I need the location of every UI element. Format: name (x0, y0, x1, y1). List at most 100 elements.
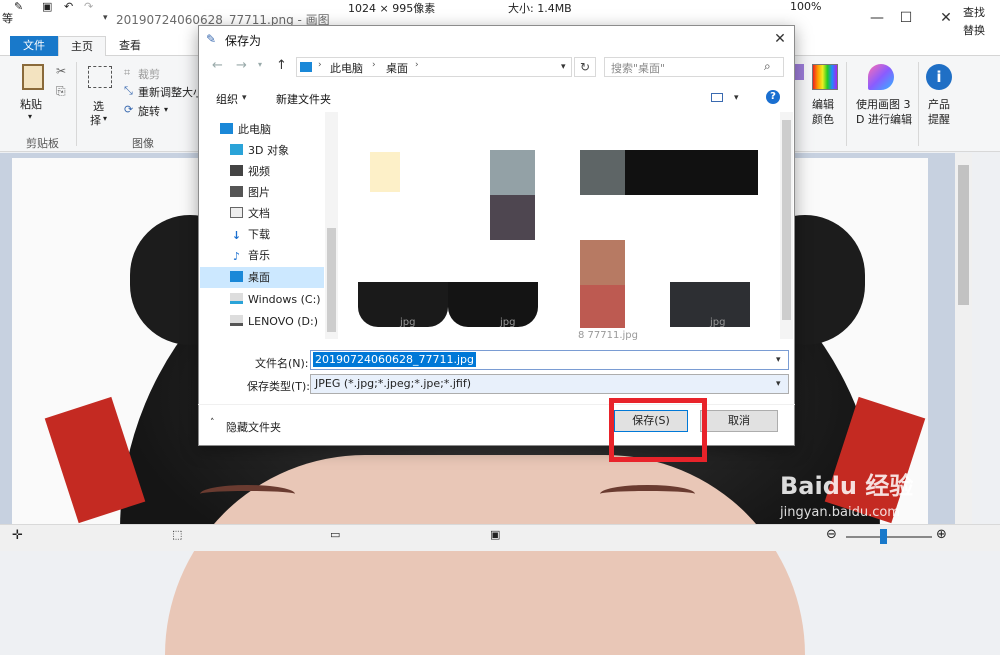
rotate-dropdown-icon[interactable]: ▾ (164, 105, 168, 114)
product-alert-icon[interactable]: i (926, 64, 952, 90)
file-thumbnail[interactable] (490, 150, 535, 195)
forward-button[interactable]: → (236, 58, 247, 73)
nav-pane-scrollbar-thumb[interactable] (327, 228, 336, 332)
paint3d-button-line2[interactable]: D 进行编辑 (856, 111, 912, 127)
selection-size-icon: ⬚ (172, 528, 183, 541)
file-thumbnail[interactable] (370, 152, 400, 192)
cube-icon (230, 144, 243, 155)
zoom-in-button[interactable]: ⊕ (936, 527, 947, 542)
breadcrumb-chevron-icon[interactable]: › (372, 60, 376, 70)
back-button[interactable]: ← (212, 58, 223, 73)
pc-icon (300, 62, 312, 72)
file-thumbnail[interactable] (490, 195, 535, 240)
file-caption: jpg (500, 317, 516, 328)
hide-folders-chevron-icon[interactable]: ˄ (210, 418, 215, 428)
product-alert-button[interactable]: 产品 (928, 96, 950, 112)
nav-item-music[interactable]: ♪ 音乐 (230, 245, 334, 266)
close-button[interactable]: ✕ (924, 6, 968, 30)
paste-dropdown-icon[interactable]: ▾ (28, 112, 32, 121)
view-dropdown-icon[interactable]: ▾ (734, 93, 739, 103)
nav-item-desktop[interactable]: 桌面 (200, 267, 324, 288)
vertical-scrollbar-thumb[interactable] (958, 165, 969, 305)
breadcrumb-item[interactable]: 此电脑 (330, 60, 363, 76)
zoom-slider-track[interactable] (846, 536, 932, 538)
crop-button[interactable]: 裁剪 (138, 66, 160, 82)
cut-icon[interactable]: ✂ (56, 64, 66, 78)
nav-item-documents[interactable]: 文档 (230, 203, 334, 224)
crop-icon[interactable]: ⌗ (124, 66, 130, 80)
image-group-label: 图像 (132, 137, 154, 150)
ribbon-separator (846, 62, 847, 146)
dialog-close-button[interactable]: ✕ (768, 29, 792, 49)
file-thumbnail[interactable] (580, 285, 625, 328)
find-label[interactable]: 查找 (963, 4, 985, 20)
file-thumbnail[interactable] (580, 150, 625, 195)
tab-file[interactable]: 文件 (10, 36, 58, 56)
paste-icon[interactable] (22, 64, 44, 90)
filetype-select[interactable]: JPEG (*.jpg;*.jpeg;*.jpe;*.jfif) (310, 374, 789, 394)
nav-item-videos[interactable]: 视频 (230, 161, 334, 182)
nav-item-this-pc[interactable]: 此电脑 (220, 119, 324, 140)
up-button[interactable]: ↑ (276, 58, 287, 73)
file-thumbnail[interactable] (625, 150, 758, 195)
file-thumbnail[interactable] (448, 282, 538, 327)
paint3d-icon[interactable] (868, 64, 894, 90)
tab-view[interactable]: 查看 (106, 36, 154, 56)
nav-item-3d-objects[interactable]: 3D 对象 (230, 140, 334, 161)
help-icon[interactable]: ? (766, 90, 780, 104)
file-list[interactable]: jpg jpg jpg 8 77711.jpg (340, 112, 780, 341)
filename-value[interactable]: 20190724060628_77711.jpg (313, 352, 476, 367)
organize-button[interactable]: 组织 (216, 91, 238, 107)
ribbon-separator (76, 62, 77, 146)
breadcrumb-chevron-icon[interactable]: › (318, 60, 322, 70)
filename-dropdown-icon[interactable]: ▾ (776, 355, 781, 365)
view-options-icon[interactable] (711, 93, 723, 102)
rotate-icon[interactable]: ⟳ (124, 103, 133, 116)
undo-icon[interactable]: ↶ (64, 0, 73, 13)
rotate-button[interactable]: 旋转 (138, 103, 160, 119)
computer-icon (220, 123, 233, 134)
select-button-line2[interactable]: 择 (90, 112, 101, 128)
select-icon[interactable] (88, 66, 112, 88)
organize-dropdown-icon[interactable]: ▾ (242, 93, 247, 103)
select-dropdown-icon[interactable]: ▾ (103, 114, 107, 123)
zoom-slider-thumb[interactable] (880, 529, 887, 544)
breadcrumb-chevron-icon[interactable]: › (415, 60, 419, 70)
edit-colors-button[interactable]: 编辑 (812, 96, 834, 112)
recent-locations-icon[interactable]: ▾ (258, 60, 262, 69)
dialog-icon: ✎ (206, 32, 217, 46)
address-dropdown-icon[interactable]: ▾ (561, 62, 566, 72)
image-size-icon: ▭ (330, 528, 341, 541)
paste-button[interactable]: 粘贴 (20, 96, 42, 112)
resize-button[interactable]: 重新调整大小 (138, 84, 204, 100)
file-thumbnail[interactable] (580, 240, 625, 285)
maximize-button[interactable]: ☐ (884, 6, 928, 30)
nav-item-drive-d[interactable]: LENOVO (D:) (230, 311, 334, 332)
ribbon-separator (918, 62, 919, 146)
partial-left-text: 等 (2, 12, 13, 25)
nav-item-pictures[interactable]: 图片 (230, 182, 334, 203)
search-icon[interactable]: ⌕ (764, 59, 771, 74)
paint3d-button[interactable]: 使用画图 3 (856, 96, 911, 112)
refresh-button[interactable]: ↻ (574, 57, 596, 77)
tab-home[interactable]: 主页 (58, 36, 106, 56)
copy-icon[interactable]: ⎘ (56, 84, 66, 99)
portrait-eyebrow-right (600, 485, 695, 503)
product-alert-button-line2[interactable]: 提醒 (928, 111, 950, 127)
resize-icon[interactable]: ⤡ (124, 84, 133, 98)
nav-item-drive-c[interactable]: Windows (C:) (230, 289, 334, 310)
cancel-button[interactable]: 取消 (700, 410, 778, 432)
new-folder-button[interactable]: 新建文件夹 (276, 91, 331, 107)
dialog-title: 保存为 (225, 34, 262, 48)
nav-item-downloads[interactable]: ↓ 下载 (230, 224, 334, 245)
edit-colors-icon[interactable] (812, 64, 838, 90)
redo-icon[interactable]: ↷ (84, 0, 93, 13)
file-list-scrollbar-thumb[interactable] (782, 120, 791, 320)
quick-access-dropdown-icon[interactable]: ▾ (103, 13, 108, 23)
save-icon[interactable]: ▣ (42, 0, 52, 13)
zoom-out-button[interactable]: ⊖ (826, 527, 837, 542)
hide-folders-button[interactable]: 隐藏文件夹 (226, 419, 281, 435)
filetype-dropdown-icon[interactable]: ▾ (776, 379, 781, 389)
edit-colors-button-line2[interactable]: 颜色 (812, 111, 834, 127)
breadcrumb-item[interactable]: 桌面 (386, 60, 408, 76)
